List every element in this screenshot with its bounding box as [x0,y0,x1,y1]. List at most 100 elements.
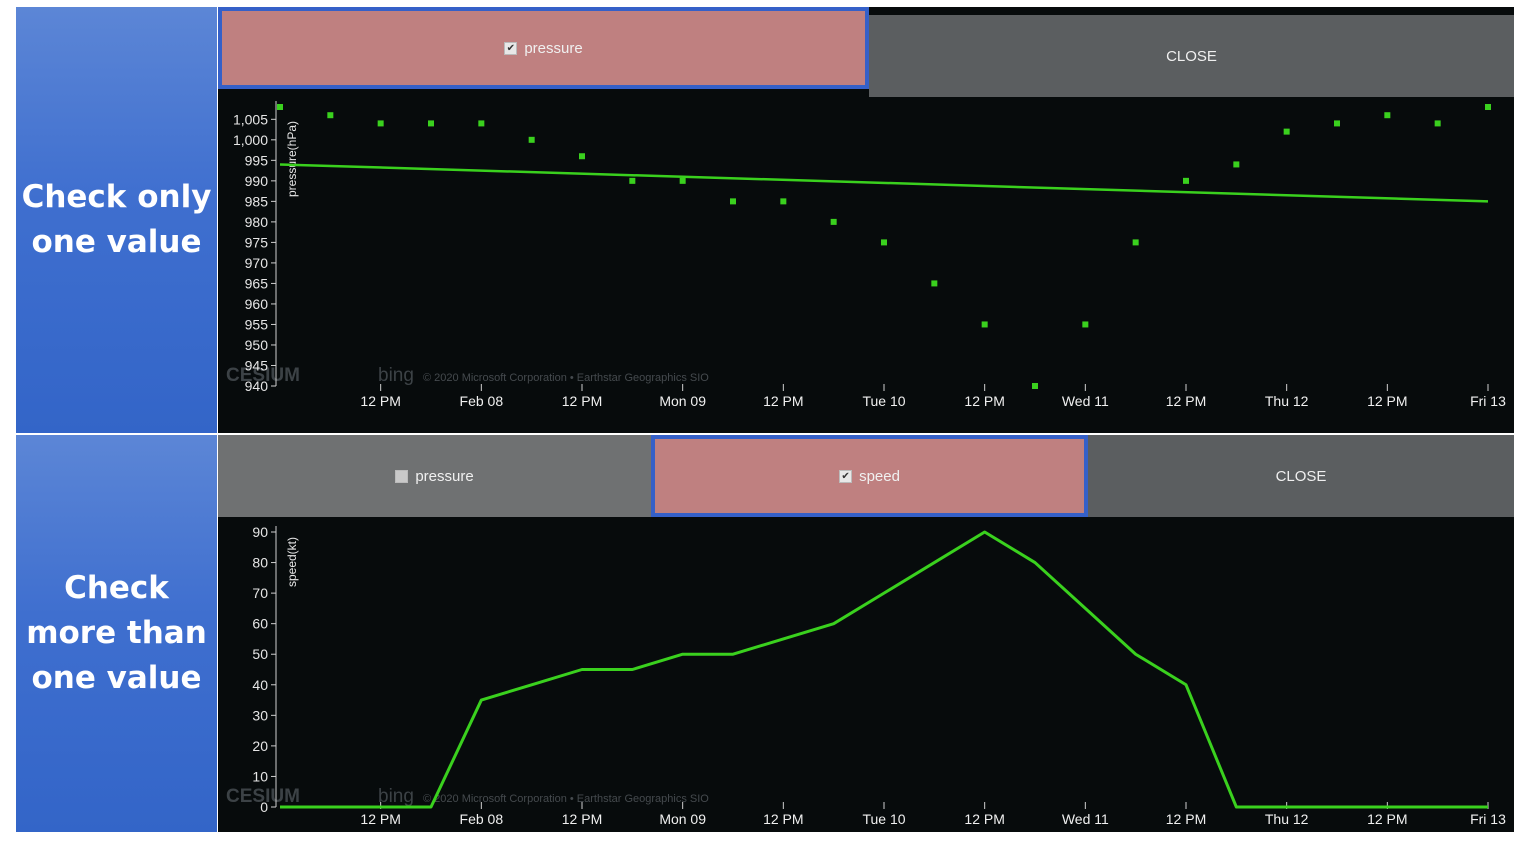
x-tick-label: Wed 11 [1062,811,1109,827]
x-tick-label: Fri 13 [1470,393,1506,409]
speed-chart: CESIUM bing © 2020 Microsoft Corporation •… [226,524,1506,827]
trend-line [279,163,1489,203]
data-point [327,112,334,119]
y-tick-label: 50 [252,646,268,662]
x-tick-label: Feb 08 [460,393,504,409]
y-tick-label: 950 [245,337,269,353]
data-point [277,104,283,110]
data-point [528,136,535,143]
data-point [780,198,787,205]
y-tick-label: 975 [245,234,269,250]
y-axis-label: pressure(hPa) [285,121,299,197]
checkbox-checked-icon[interactable]: ✔ [504,41,518,55]
close-button[interactable]: CLOSE [1088,435,1514,517]
side-label-bottom-text: Check more than one value [26,570,207,696]
copyright-text: © 2020 Microsoft Corporation • Earthstar… [423,372,709,384]
data-point [428,120,434,127]
y-tick-label: 960 [245,296,269,312]
close-button-label: CLOSE [1275,467,1327,485]
y-tick-label: 90 [252,524,268,540]
x-tick-label: Tue 10 [862,811,905,827]
x-tick-label: 12 PM [360,811,400,827]
tab-pressure[interactable]: ✔ pressure [218,7,869,89]
close-button-label: CLOSE [1166,47,1217,65]
x-tick-label: Tue 10 [862,393,905,409]
y-tick-label: 70 [252,585,268,601]
x-tick-label: 12 PM [763,393,803,409]
x-tick-label: 12 PM [964,393,1004,409]
x-tick-label: Feb 08 [460,811,504,827]
data-point [931,280,938,287]
y-tick-label: 985 [245,193,269,209]
copyright-text: © 2020 Microsoft Corporation • Earthstar… [423,793,709,805]
tab-pressure-label: pressure [415,467,474,485]
x-tick-label: 12 PM [1166,811,1206,827]
data-point [830,218,837,225]
data-point [730,198,736,205]
data-point [579,153,585,160]
y-axis-label: speed(kt) [285,537,299,587]
y-tick-label: 990 [245,173,269,189]
data-point [881,239,887,246]
y-tick-label: 1,005 [233,111,268,127]
data-point [1485,104,1491,110]
close-button[interactable]: CLOSE [869,15,1514,97]
pressure-chart: CESIUM bing © 2020 Microsoft Corporation •… [226,101,1506,409]
data-point [629,177,636,184]
y-tick-label: 40 [252,677,268,693]
checkbox-checked-icon[interactable]: ✔ [839,469,853,483]
y-tick-label: 60 [252,616,268,632]
data-point [981,321,988,328]
y-tick-label: 80 [252,555,268,571]
tab-pressure[interactable]: pressure [218,435,651,517]
x-tick-label: Fri 13 [1470,811,1506,827]
x-tick-label: Wed 11 [1062,393,1109,409]
y-tick-label: 980 [245,214,269,230]
tab-speed-label: speed [859,467,900,485]
bottom-toolbar: pressure ✔ speed CLOSE [218,435,1514,517]
y-tick-label: 20 [252,738,268,754]
side-label-top: Check only one value [16,7,217,433]
y-tick-label: 965 [245,275,269,291]
x-tick-label: Thu 12 [1265,393,1309,409]
x-tick-label: 12 PM [1367,393,1407,409]
y-tick-label: 995 [245,152,269,168]
data-point [478,120,485,127]
y-tick-label: 10 [252,768,268,784]
data-point [1132,239,1139,246]
x-tick-label: 12 PM [1166,393,1206,409]
x-tick-label: 12 PM [360,393,400,409]
x-tick-label: Mon 09 [659,393,706,409]
data-point [1233,161,1240,168]
data-point [1334,120,1340,127]
bing-logo: bing [378,786,414,807]
data-point [1032,383,1038,389]
x-tick-label: 12 PM [562,811,602,827]
x-tick-label: 12 PM [763,811,803,827]
x-tick-label: Thu 12 [1265,811,1309,827]
top-toolbar: ✔ pressure CLOSE [218,7,1514,97]
x-tick-label: 12 PM [1367,811,1407,827]
data-point [679,177,686,184]
y-tick-label: 940 [245,378,269,394]
side-label-bottom: Check more than one value [16,435,217,832]
bottom-chart-panel: pressure ✔ speed CLOSE CESIUM bing © 2020 … [218,435,1514,832]
y-tick-label: 945 [245,357,269,373]
x-tick-label: 12 PM [562,393,602,409]
data-point [1183,177,1189,184]
data-point [1384,112,1391,119]
tab-speed[interactable]: ✔ speed [651,435,1088,517]
series-line [280,530,1488,809]
checkbox-unchecked-icon[interactable] [395,469,409,483]
tab-pressure-label: pressure [524,39,583,57]
y-tick-label: 955 [245,316,269,332]
data-point [1283,128,1290,135]
bing-logo: bing [378,365,414,386]
data-point [377,120,384,127]
data-point [1434,120,1441,127]
y-tick-label: 1,000 [233,132,268,148]
x-tick-label: 12 PM [964,811,1004,827]
x-tick-label: Mon 09 [659,811,706,827]
side-label-top-text: Check only one value [21,179,212,260]
y-tick-label: 30 [252,707,268,723]
